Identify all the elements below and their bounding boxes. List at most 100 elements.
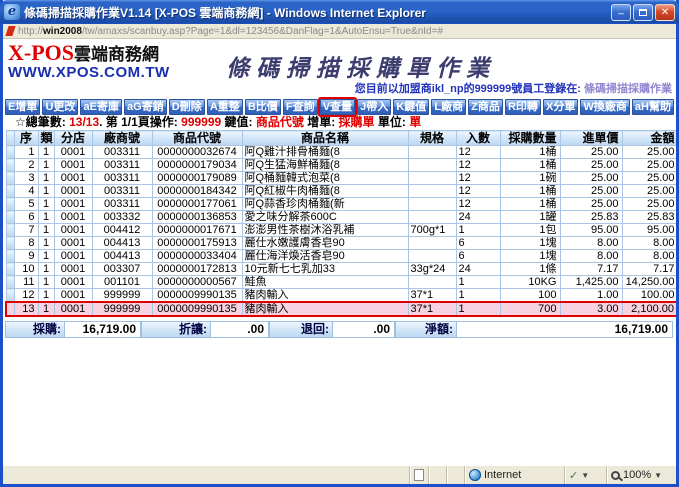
- page-content: X-POS雲端商務網 WWW.XPOS.COM.TW 條碼掃描採購單作業 您目前…: [3, 39, 676, 465]
- column-header: 類: [37, 130, 55, 146]
- table-row[interactable]: 2 1 0001 003311 0000000179034 阿Q生猛海鮮桶麵(8 12 1桶 2…: [5, 158, 676, 172]
- row-selector[interactable]: [5, 288, 15, 303]
- logo-text-main: X-POS: [8, 40, 74, 65]
- login-info-module: 條碼掃描採購作業: [584, 83, 672, 95]
- cell: 4: [13, 184, 39, 198]
- row-selector[interactable]: [5, 249, 15, 263]
- cell: 3.00: [559, 301, 623, 317]
- column-header: 規格: [407, 130, 457, 146]
- row-selector[interactable]: [5, 197, 15, 211]
- cell: 003311: [91, 184, 153, 198]
- row-selector[interactable]: [5, 275, 15, 289]
- maximize-button[interactable]: [633, 3, 653, 21]
- toolbar-button-b[interactable]: B比價: [244, 99, 281, 115]
- cell: 1.00: [559, 288, 623, 303]
- row-selector[interactable]: [5, 145, 15, 159]
- toolbar-button-r[interactable]: R印轉: [504, 99, 541, 115]
- cell: 1包: [499, 223, 561, 237]
- row-selector[interactable]: [5, 158, 15, 172]
- cell: 0001: [53, 210, 93, 224]
- cell: 37*1: [407, 301, 457, 317]
- page-icon: [5, 26, 16, 36]
- cell: 1塊: [499, 236, 561, 250]
- zoom-control[interactable]: 100% ▼: [606, 466, 676, 484]
- cell: 25.83: [621, 210, 676, 224]
- table-row[interactable]: 12 1 0001 999999 0000009990135 豬肉輸入 37*1 1 100 1.…: [5, 288, 676, 303]
- toolbar-button-ae[interactable]: aE寄庫: [80, 99, 122, 115]
- cell: 0000000175913: [151, 236, 243, 250]
- row-selector[interactable]: [5, 262, 15, 276]
- cell: 0001: [53, 197, 93, 211]
- toolbar-button-ah[interactable]: aH幫助: [631, 99, 675, 115]
- table-row[interactable]: 7 1 0001 004412 0000000017671 澎澎男性茶樹沐浴乳補 700g*…: [5, 223, 676, 237]
- total-label: 折讓:: [141, 321, 211, 338]
- toolbar-button-l[interactable]: L廠商: [431, 99, 467, 115]
- toolbar-button-u[interactable]: U更改: [42, 99, 79, 115]
- cell: [407, 275, 457, 289]
- close-button[interactable]: ✕: [655, 3, 675, 21]
- toolbar-button-k[interactable]: K鍵值: [393, 99, 430, 115]
- toolbar-button-x[interactable]: X分單: [542, 99, 579, 115]
- cell: 0001: [53, 301, 93, 317]
- cell: 阿Q蒜香珍肉桶麵(新: [241, 197, 409, 211]
- table-row[interactable]: 1 1 0001 003311 0000000032674 阿Q雞汁排骨桶麵(8 12 1桶 2…: [5, 145, 676, 159]
- table-row[interactable]: 11 1 0001 001101 0000000000567 鮭魚 1 10KG 1,425.0…: [5, 275, 676, 289]
- cell: 11: [13, 275, 39, 289]
- cell: 1: [37, 249, 55, 263]
- table-row[interactable]: 13 1 0001 999999 0000009990135 豬肉輸入 37*1 1 700 3.…: [5, 301, 676, 317]
- minimize-button[interactable]: _: [611, 3, 631, 21]
- row-selector[interactable]: [5, 171, 15, 185]
- phishing-filter-pane[interactable]: ✓ ▼: [564, 466, 606, 484]
- cell: 8: [13, 236, 39, 250]
- logo-website[interactable]: WWW.XPOS.COM.TW: [8, 65, 170, 82]
- cell: 0000009990135: [151, 288, 243, 303]
- url-field[interactable]: http://win2008/tw/amaxs/scanbuy.asp?Page…: [18, 26, 443, 37]
- column-header: 金額: [621, 130, 676, 146]
- row-selector[interactable]: [5, 301, 15, 317]
- row-selector[interactable]: [5, 223, 15, 237]
- cell: 25.00: [621, 184, 676, 198]
- toolbar-button-e[interactable]: E增單: [5, 99, 41, 115]
- cell: 8.00: [559, 249, 623, 263]
- cell: 0000000172813: [151, 262, 243, 276]
- title-bar[interactable]: e 條碼掃描採購作業V1.14 [X-POS 雲端商務網] - Windows …: [0, 0, 679, 24]
- browser-window: e 條碼掃描採購作業V1.14 [X-POS 雲端商務網] - Windows …: [0, 0, 679, 487]
- row-selector[interactable]: [5, 210, 15, 224]
- cell: 1: [455, 288, 501, 303]
- toolbar-button-f[interactable]: F查詢: [282, 99, 318, 115]
- cell: 999999: [91, 288, 153, 303]
- column-header: 廠商號: [91, 130, 153, 146]
- table-row[interactable]: 10 1 0001 003307 0000000172813 10元新七七乳加33 33g*…: [5, 262, 676, 276]
- toolbar: E增單 U更改 aE寄庫 aG寄銷 D刪除 A重整 B比價 F查詢 V查量 J帶入 K鍵值 L廠商 Z商…: [3, 99, 676, 115]
- toolbar-button-ag[interactable]: aG寄銷: [124, 99, 167, 115]
- status-message-pane: [3, 466, 409, 484]
- table-row[interactable]: 5 1 0001 003311 0000000177061 阿Q蒜香珍肉桶麵(新 12 1桶 2…: [5, 197, 676, 211]
- table-row[interactable]: 4 1 0001 003311 0000000184342 阿Q紅椒牛肉桶麵(8 12 1桶 2…: [5, 184, 676, 198]
- table-row[interactable]: 8 1 0001 004413 0000000175913 麗仕水嫩護膚香皂90 6 1塊 8.…: [5, 236, 676, 250]
- cell: 24: [455, 262, 501, 276]
- cell: 6: [455, 236, 501, 250]
- row-selector[interactable]: [5, 184, 15, 198]
- table-row[interactable]: 9 1 0001 004413 0000000033404 麗仕海洋煥活香皂90 6 1塊 8.…: [5, 249, 676, 263]
- toolbar-button-d[interactable]: D刪除: [168, 99, 205, 115]
- cell: [407, 184, 457, 198]
- total-label: 淨額:: [395, 321, 457, 338]
- cell: 1: [455, 301, 501, 317]
- browser-status-bar: Internet ✓ ▼ 100% ▼: [3, 465, 676, 484]
- cell: 004413: [91, 249, 153, 263]
- toolbar-button-j[interactable]: J帶入: [357, 99, 392, 115]
- table-row[interactable]: 3 1 0001 003311 0000000179089 阿Q桶麵韓式泡菜(8 12 1碗 2…: [5, 171, 676, 185]
- toolbar-button-a[interactable]: A重整: [206, 99, 243, 115]
- toolbar-button-w[interactable]: W換廠商: [580, 99, 630, 115]
- cell: 豬肉輸入: [241, 288, 409, 303]
- toolbar-button-v[interactable]: V查量: [319, 99, 356, 115]
- status-segment: ☆總筆數:: [15, 115, 70, 129]
- cell: 1: [37, 275, 55, 289]
- row-selector[interactable]: [5, 236, 15, 250]
- table-row[interactable]: 6 1 0001 003332 0000000136853 愛之味分解茶600C 24 1罐 2…: [5, 210, 676, 224]
- cell: 25.00: [559, 145, 623, 159]
- cell: 24: [455, 210, 501, 224]
- cell: [407, 249, 457, 263]
- page-title: 條碼掃描採購單作業: [226, 55, 497, 82]
- toolbar-button-z[interactable]: Z商品: [468, 99, 503, 115]
